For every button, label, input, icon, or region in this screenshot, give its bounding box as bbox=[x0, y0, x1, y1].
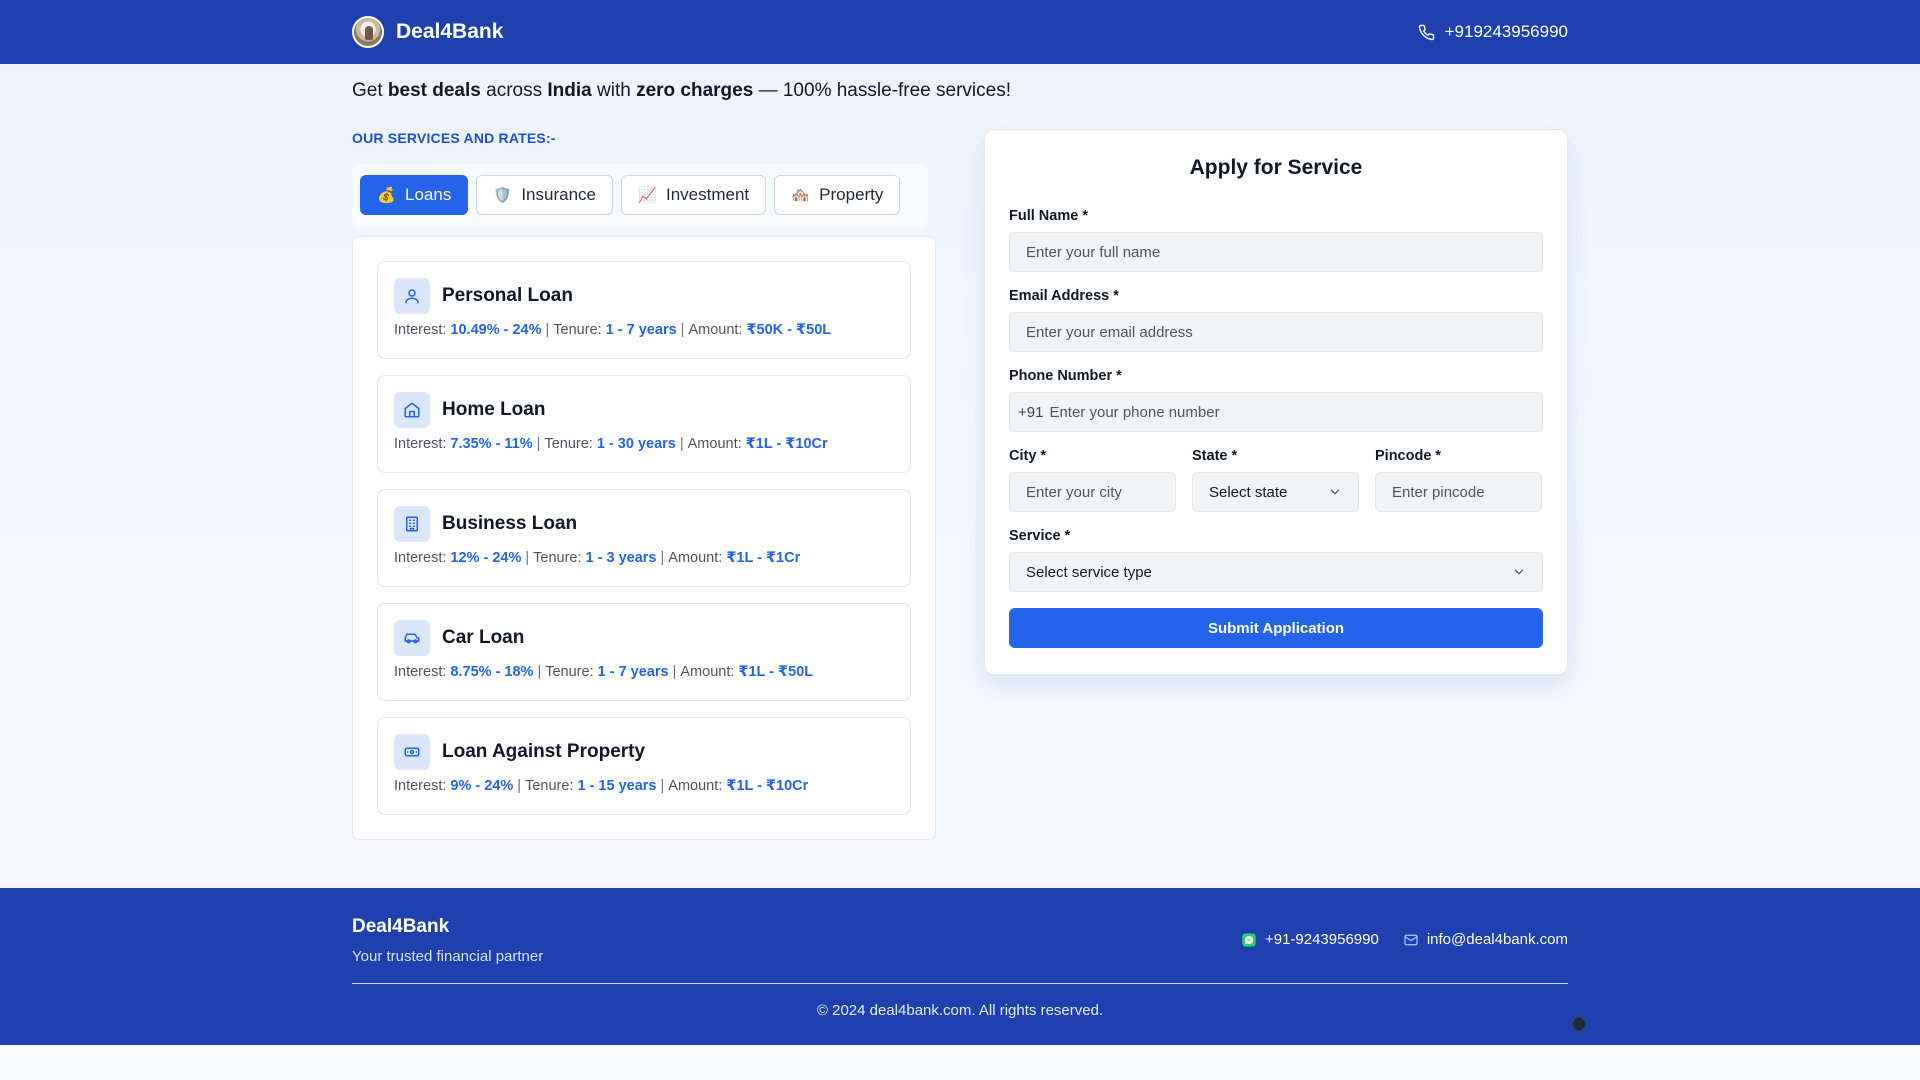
service-card-car-loan[interactable]: Car Loan Interest: 8.75% - 18% | Tenure: 1… bbox=[377, 603, 911, 701]
phone-icon bbox=[1418, 24, 1434, 40]
user-icon bbox=[394, 278, 430, 314]
email-input[interactable]: Enter your email address bbox=[1009, 312, 1543, 352]
footer-contacts: +91-9243956990 info@deal4bank.com bbox=[1241, 931, 1568, 948]
mail-icon bbox=[1404, 934, 1418, 945]
apply-form: Apply for Service Full Name * Enter your… bbox=[984, 129, 1568, 675]
brand[interactable]: Deal4Bank bbox=[352, 16, 503, 48]
service-meta: Interest: 8.75% - 18% | Tenure: 1 - 7 year… bbox=[394, 664, 814, 680]
footer-whatsapp-number: +91-9243956990 bbox=[1264, 931, 1379, 948]
email-placeholder: Enter your email address bbox=[1026, 323, 1193, 341]
service-card-home-loan[interactable]: Home Loan Interest: 7.35% - 11% | Tenure: … bbox=[377, 375, 911, 473]
full-name-input[interactable]: Enter your full name bbox=[1009, 232, 1543, 272]
footer-tagline: Your trusted financial partner bbox=[352, 948, 544, 965]
car-icon bbox=[394, 620, 430, 656]
full-name-label: Full Name * bbox=[1009, 208, 1088, 224]
service-title: Business Loan bbox=[442, 513, 578, 534]
tab-label: Insurance bbox=[521, 185, 596, 204]
tagline: Get best deals across India with zero ch… bbox=[352, 80, 1011, 101]
service-title: Car Loan bbox=[442, 627, 525, 648]
footer: Deal4Bank Your trusted financial partner… bbox=[0, 888, 1920, 1045]
service-meta: Interest: 12% - 24% | Tenure: 1 - 3 years |… bbox=[394, 550, 801, 566]
phone-input[interactable]: +91 Enter your phone number bbox=[1009, 392, 1543, 432]
phone-prefix: +91 bbox=[1018, 403, 1044, 421]
chevron-down-icon bbox=[1330, 489, 1340, 495]
footer-email-link[interactable]: info@deal4bank.com bbox=[1403, 931, 1568, 948]
submit-application-button[interactable]: Submit Application bbox=[1009, 608, 1543, 648]
service-card-loan-against-property[interactable]: Loan Against Property Interest: 9% - 24%… bbox=[377, 717, 911, 815]
tab-insurance[interactable]: 🛡️ Insurance bbox=[476, 175, 613, 215]
tab-loans[interactable]: 💰 Loans bbox=[360, 175, 469, 215]
footer-copyright: © 2024 deal4bank.com. All rights reserve… bbox=[816, 1002, 1104, 1019]
tab-investment[interactable]: 📈 Investment bbox=[621, 175, 767, 215]
theme-toggle-icon[interactable] bbox=[1572, 1017, 1586, 1031]
state-label: State * bbox=[1192, 448, 1238, 464]
service-tabs: 💰 Loans 🛡️ Insurance 📈 Investment 🏘️ Pro… bbox=[352, 164, 928, 226]
top-header: Deal4Bank +919243956990 bbox=[0, 0, 1920, 64]
service-selected-value: Select service type bbox=[1026, 563, 1152, 581]
chart-up-icon: 📈 bbox=[638, 187, 657, 204]
houses-icon: 🏘️ bbox=[791, 187, 810, 204]
service-title: Personal Loan bbox=[442, 285, 573, 306]
services-list: Personal Loan Interest: 10.49% - 24% | Ten… bbox=[352, 236, 936, 840]
tab-label: Property bbox=[819, 185, 884, 204]
city-placeholder: Enter your city bbox=[1026, 483, 1122, 501]
state-selected-value: Select state bbox=[1209, 483, 1288, 501]
header-phone-link[interactable]: +919243956990 bbox=[1418, 22, 1568, 42]
footer-email-address: info@deal4bank.com bbox=[1426, 931, 1568, 948]
state-select[interactable]: Select state bbox=[1192, 472, 1359, 512]
banknote-icon bbox=[394, 734, 430, 770]
city-input[interactable]: Enter your city bbox=[1009, 472, 1176, 512]
footer-brand: Deal4Bank bbox=[352, 916, 450, 937]
form-title: Apply for Service bbox=[1189, 156, 1363, 179]
service-card-personal-loan[interactable]: Personal Loan Interest: 10.49% - 24% | Ten… bbox=[377, 261, 911, 359]
money-bag-icon: 💰 bbox=[377, 187, 396, 204]
phone-placeholder: Enter your phone number bbox=[1049, 403, 1220, 421]
pincode-label: Pincode * bbox=[1375, 448, 1442, 464]
tab-property[interactable]: 🏘️ Property bbox=[774, 175, 901, 215]
service-card-business-loan[interactable]: Business Loan Interest: 12% - 24% | Tenure… bbox=[377, 489, 911, 587]
full-name-placeholder: Enter your full name bbox=[1026, 243, 1161, 261]
city-label: City * bbox=[1009, 448, 1047, 464]
header-phone-number: +919243956990 bbox=[1444, 22, 1568, 41]
home-icon bbox=[394, 392, 430, 428]
pincode-placeholder: Enter pincode bbox=[1392, 483, 1485, 501]
footer-whatsapp-link[interactable]: +91-9243956990 bbox=[1241, 931, 1379, 948]
building-icon bbox=[394, 506, 430, 542]
brand-name: Deal4Bank bbox=[396, 20, 504, 43]
logo-avatar-icon bbox=[352, 16, 384, 48]
tab-label: Investment bbox=[666, 185, 750, 204]
service-meta: Interest: 7.35% - 11% | Tenure: 1 - 30 yea… bbox=[394, 436, 828, 452]
service-meta: Interest: 9% - 24% | Tenure: 1 - 15 years |… bbox=[394, 778, 809, 794]
service-meta: Interest: 10.49% - 24% | Tenure: 1 - 7 yea… bbox=[394, 322, 832, 338]
email-label: Email Address * bbox=[1009, 288, 1119, 304]
whatsapp-icon bbox=[1242, 932, 1256, 947]
service-select[interactable]: Select service type bbox=[1009, 552, 1543, 592]
tab-label: Loans bbox=[405, 185, 452, 204]
chevron-down-icon bbox=[1514, 569, 1524, 575]
service-label: Service * bbox=[1009, 528, 1071, 544]
service-title: Loan Against Property bbox=[442, 741, 646, 762]
pincode-input[interactable]: Enter pincode bbox=[1375, 472, 1542, 512]
service-title: Home Loan bbox=[442, 399, 546, 420]
shield-icon: 🛡️ bbox=[493, 187, 513, 204]
services-heading: OUR SERVICES AND RATES:- bbox=[352, 130, 556, 146]
phone-label: Phone Number * bbox=[1009, 368, 1122, 384]
footer-divider bbox=[352, 983, 1568, 984]
